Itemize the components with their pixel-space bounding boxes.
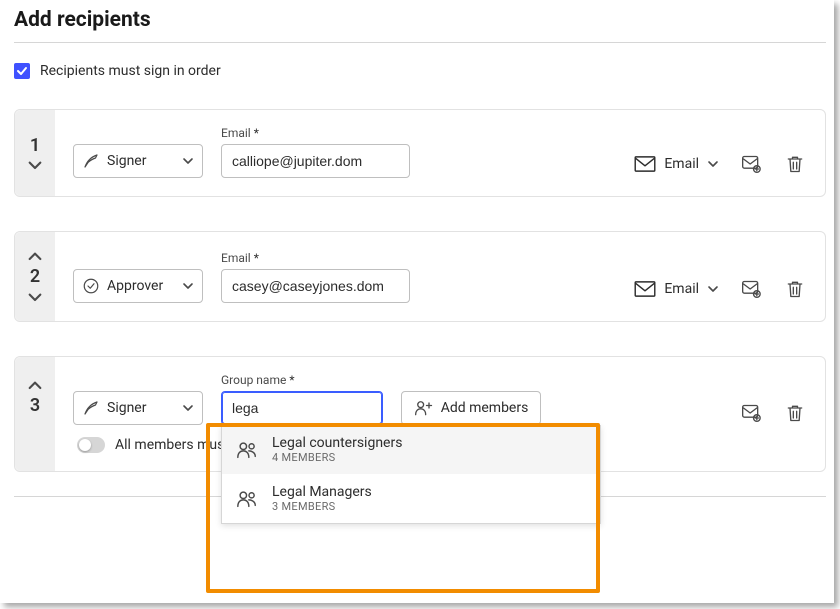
message-add-icon	[741, 279, 761, 299]
recipient-card: 1 Signer Email * Email	[14, 109, 826, 197]
reorder-column: 3	[15, 357, 55, 471]
group-suggestion-name: Legal Managers	[272, 484, 372, 500]
message-add-icon	[741, 403, 761, 423]
reorder-column: 2	[15, 232, 55, 321]
email-input[interactable]	[221, 269, 410, 303]
all-members-label: All members must	[115, 437, 229, 453]
chevron-down-icon	[707, 285, 719, 293]
role-label: Signer	[107, 153, 175, 169]
chevron-down-icon	[27, 292, 43, 303]
email-input[interactable]	[221, 144, 410, 178]
recipient-index: 1	[30, 135, 40, 156]
add-members-button[interactable]: Add members	[401, 391, 542, 425]
email-label: Email *	[221, 126, 410, 140]
group-suggestion-members: 3 MEMBERS	[272, 500, 372, 513]
role-label: Approver	[107, 278, 175, 294]
chevron-down-icon	[707, 160, 719, 168]
group-suggestions-dropdown: Legal countersigners 4 MEMBERS Legal Man…	[221, 425, 601, 524]
divider	[14, 42, 826, 43]
move-up-button[interactable]	[27, 250, 43, 262]
customize-button[interactable]	[739, 401, 763, 425]
delete-button[interactable]	[783, 401, 807, 425]
email-icon	[634, 281, 656, 297]
group-add-icon	[414, 399, 434, 417]
group-suggestion-item[interactable]: Legal countersigners 4 MEMBERS	[222, 425, 600, 474]
recipient-card: 3 Signer Group name *	[14, 356, 826, 472]
recipient-card: 2 Approver Email * Email	[14, 231, 826, 322]
all-members-toggle[interactable]	[77, 437, 105, 453]
role-select[interactable]: Signer	[73, 391, 203, 425]
delivery-select[interactable]: Email	[634, 150, 719, 178]
recipient-index: 3	[30, 395, 40, 416]
move-up-button[interactable]	[27, 379, 43, 391]
chevron-up-icon	[27, 380, 43, 391]
group-name-label: Group name *	[221, 373, 383, 387]
sign-order-checkbox[interactable]	[14, 63, 30, 79]
add-members-label: Add members	[441, 400, 529, 416]
customize-button[interactable]	[739, 277, 763, 301]
email-label: Email *	[221, 251, 410, 265]
move-down-button[interactable]	[27, 160, 43, 172]
role-select[interactable]: Signer	[73, 144, 203, 178]
group-icon	[236, 489, 258, 509]
delivery-label: Email	[664, 281, 699, 297]
group-name-input[interactable]	[221, 391, 383, 425]
move-down-button[interactable]	[27, 291, 43, 303]
page-title: Add recipients	[14, 8, 826, 32]
group-suggestion-members: 4 MEMBERS	[272, 451, 402, 464]
delete-button[interactable]	[783, 152, 807, 176]
pen-icon	[82, 399, 100, 417]
role-label: Signer	[107, 400, 175, 416]
sign-order-label: Recipients must sign in order	[40, 63, 221, 79]
approve-icon	[82, 277, 100, 295]
recipient-index: 2	[30, 266, 40, 287]
chevron-down-icon	[27, 160, 43, 171]
delete-button[interactable]	[783, 277, 807, 301]
check-icon	[16, 65, 28, 77]
chevron-up-icon	[27, 251, 43, 262]
delivery-label: Email	[664, 156, 699, 172]
chevron-down-icon	[182, 157, 194, 165]
pen-icon	[82, 152, 100, 170]
group-suggestion-item[interactable]: Legal Managers 3 MEMBERS	[222, 474, 600, 523]
message-add-icon	[741, 154, 761, 174]
email-icon	[634, 156, 656, 172]
trash-icon	[785, 279, 805, 299]
trash-icon	[785, 403, 805, 423]
reorder-column: 1	[15, 110, 55, 196]
delivery-select[interactable]: Email	[634, 275, 719, 303]
chevron-down-icon	[182, 282, 194, 290]
chevron-down-icon	[182, 404, 194, 412]
role-select[interactable]: Approver	[73, 269, 203, 303]
customize-button[interactable]	[739, 152, 763, 176]
group-suggestion-name: Legal countersigners	[272, 435, 402, 451]
trash-icon	[785, 154, 805, 174]
group-icon	[236, 440, 258, 460]
